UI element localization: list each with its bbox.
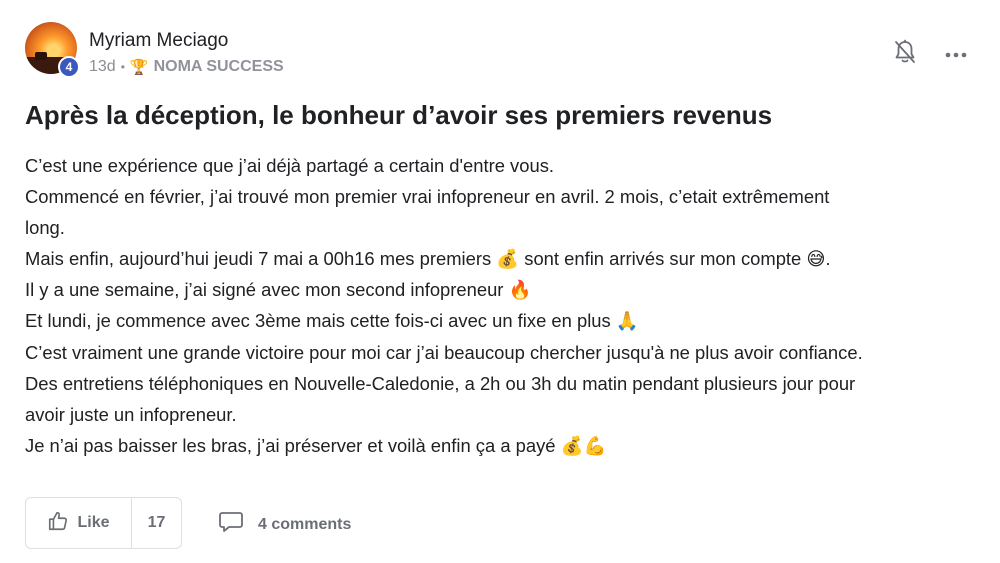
post-line: long. — [25, 217, 65, 239]
trophy-icon: 🏆 — [129, 59, 149, 76]
post-line: Je n’ai pas baisser les bras, j’ai prése… — [25, 434, 607, 456]
comments-button[interactable]: 4 comments — [218, 510, 351, 539]
post-meta: 13d • 🏆 NOMA SUCCESS — [89, 58, 284, 76]
level-badge: 4 — [58, 56, 80, 78]
like-box: Like 17 — [25, 497, 182, 549]
thumbs-up-icon — [47, 510, 69, 537]
post-time: 13d — [89, 58, 116, 75]
author-avatar-container[interactable]: 4 — [25, 22, 80, 78]
post-line: C’est une expérience que j’ai déjà parta… — [25, 155, 555, 176]
post-line: Des entretiens téléphoniques en Nouvelle… — [25, 372, 856, 394]
comments-label: 4 comments — [258, 515, 352, 533]
like-label: Like — [77, 514, 110, 531]
post-body: C’est une expérience que j’ai déjà parta… — [25, 150, 985, 461]
post-line: avoir juste un infopreneur. — [25, 403, 237, 425]
more-options-icon[interactable] — [944, 47, 968, 58]
like-button[interactable]: Like — [26, 498, 132, 548]
post-line: Et lundi, je commence avec 3ème mais cet… — [25, 310, 639, 332]
author-name[interactable]: Myriam Meciago — [89, 30, 228, 52]
post-title: Après la déception, le bonheur d’avoir s… — [25, 100, 773, 130]
post-line: C’est vraiment une grande victoire pour … — [25, 341, 863, 363]
meta-separator: • — [120, 60, 125, 74]
post-line: Il y a une semaine, j’ai signé avec mon … — [25, 279, 532, 301]
post-line: Commencé en février, j’ai trouvé mon pre… — [25, 186, 830, 208]
post-line: Mais enfin, aujourd’hui jeudi 7 mai a 00… — [25, 248, 831, 270]
comment-icon — [218, 510, 244, 539]
like-count[interactable]: 17 — [132, 514, 181, 532]
category-label[interactable]: NOMA SUCCESS — [154, 58, 284, 76]
bell-icon[interactable] — [893, 39, 917, 65]
